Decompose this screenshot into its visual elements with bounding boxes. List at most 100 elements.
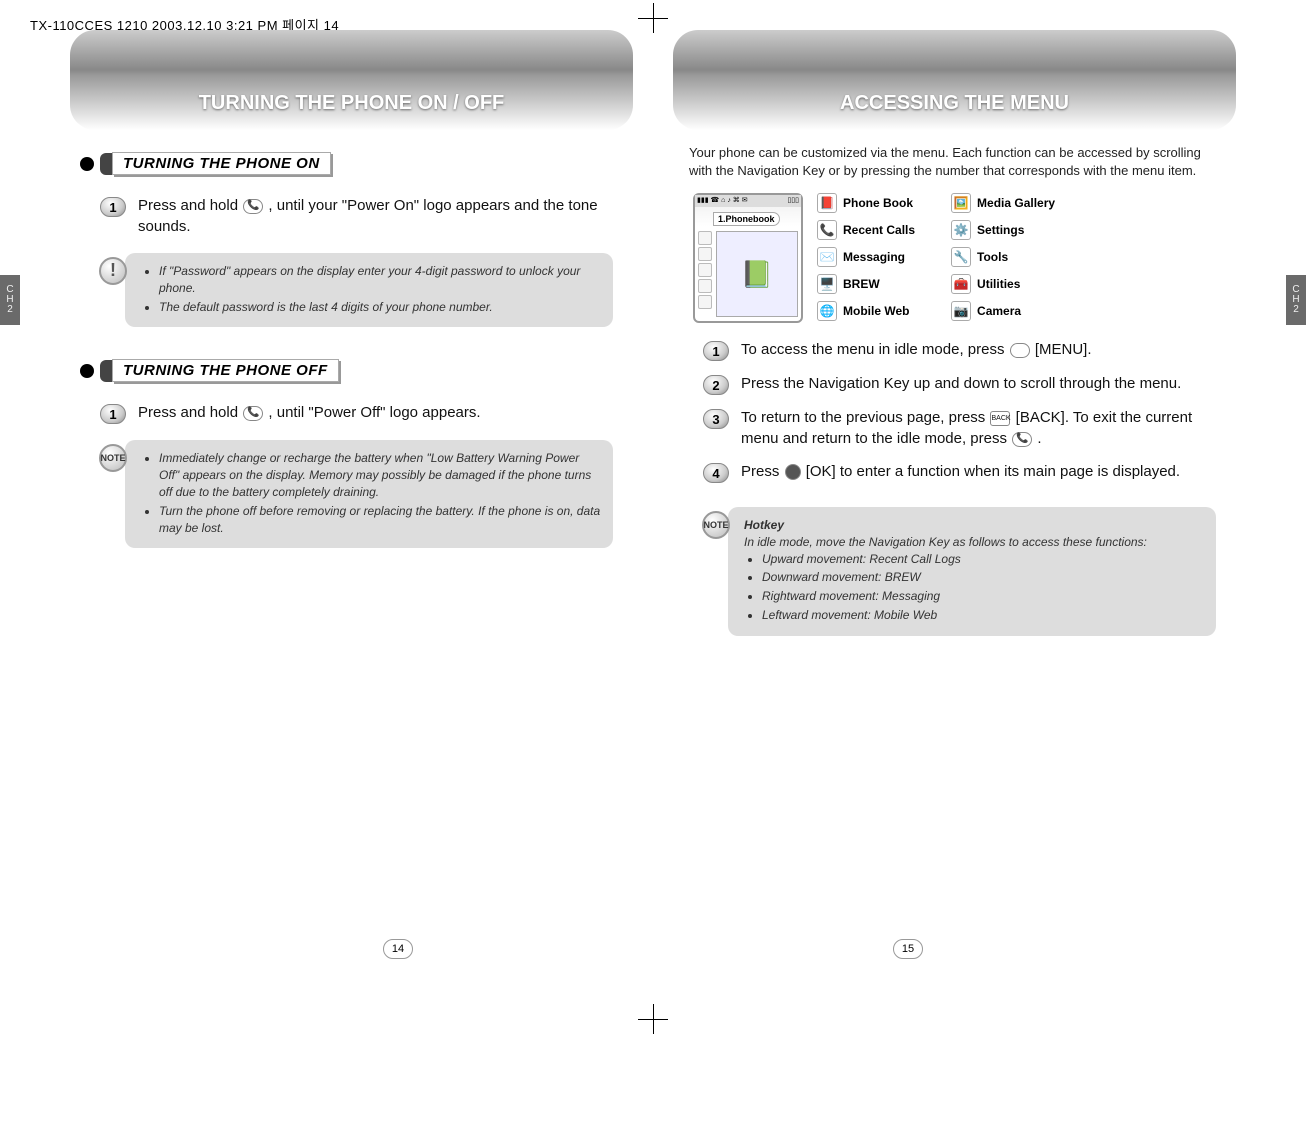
on-note-2: The default password is the last 4 digit… bbox=[159, 299, 601, 316]
step-number-1: 1 bbox=[100, 404, 126, 424]
left-page-title: TURNING THE PHONE ON / OFF bbox=[199, 92, 505, 115]
phone-screen-mockup: ▮▮▮ ☎ ⌂ ♪ ⌘ ✉ ▯▯▯ 1.Phonebook 📗 bbox=[693, 193, 803, 323]
chapter-tab-right: C H 2 bbox=[1286, 275, 1306, 325]
power-key-icon bbox=[243, 199, 263, 214]
phone-screen-body: 📗 bbox=[695, 228, 801, 320]
brew-icon: 🖥️ bbox=[817, 274, 837, 294]
section-heading-off: TURNING THE PHONE OFF bbox=[70, 359, 633, 382]
section-on-title: TURNING THE PHONE ON bbox=[112, 152, 331, 175]
menu-display: ▮▮▮ ☎ ⌂ ♪ ⌘ ✉ ▯▯▯ 1.Phonebook 📗 📕 Phone B… bbox=[673, 187, 1236, 333]
menu-col-1: 📕 Phone Book 📞 Recent Calls ✉️ Messaging 🖥️… bbox=[817, 193, 915, 321]
phonebook-icon: 📕 bbox=[817, 193, 837, 213]
alert-icon bbox=[99, 257, 127, 285]
menu-label: Messaging bbox=[843, 250, 905, 264]
chapter-n: 2 bbox=[4, 305, 16, 315]
on-note-list: If "Password" appears on the display ent… bbox=[141, 263, 601, 315]
ok-key-icon bbox=[785, 464, 801, 480]
menu-label: Tools bbox=[977, 250, 1008, 264]
utilities-icon: 🧰 bbox=[951, 274, 971, 294]
crop-mark-bottom bbox=[638, 1004, 668, 1034]
step4-b: [OK] to enter a function when its main p… bbox=[806, 463, 1180, 480]
off-note-1: Immediately change or recharge the batte… bbox=[159, 450, 601, 500]
step3-c: . bbox=[1037, 430, 1041, 447]
section-bullet bbox=[80, 157, 94, 171]
menu-step-3: 3 To return to the previous page, press … bbox=[673, 401, 1236, 455]
note-icon: NOTE bbox=[702, 511, 730, 539]
menu-step-4-text: Press [OK] to enter a function when its … bbox=[741, 461, 1180, 482]
menu-step-4: 4 Press [OK] to enter a function when it… bbox=[673, 455, 1236, 489]
recentcalls-icon: 📞 bbox=[817, 220, 837, 240]
menu-item-camera: 📷 Camera bbox=[951, 301, 1055, 321]
section-bar bbox=[100, 153, 112, 175]
step-number-4: 4 bbox=[703, 463, 729, 483]
hotkey-4: Leftward movement: Mobile Web bbox=[762, 607, 1204, 624]
mobileweb-icon: 🌐 bbox=[817, 301, 837, 321]
status-icons-right: ▯▯▯ bbox=[787, 196, 799, 206]
page-number-left: 14 bbox=[383, 939, 413, 959]
menu-step-1-text: To access the menu in idle mode, press [… bbox=[741, 339, 1091, 360]
menu-intro-text: Your phone can be customized via the men… bbox=[673, 130, 1236, 187]
left-page-header: TURNING THE PHONE ON / OFF bbox=[70, 30, 633, 130]
messaging-icon: ✉️ bbox=[817, 247, 837, 267]
menu-label: Camera bbox=[977, 304, 1021, 318]
menu-label: Utilities bbox=[977, 277, 1020, 291]
section-bullet bbox=[80, 364, 94, 378]
menu-step-1: 1 To access the menu in idle mode, press… bbox=[673, 333, 1236, 367]
right-page: C H 2 ACCESSING THE MENU Your phone can … bbox=[673, 25, 1236, 652]
hotkey-1: Upward movement: Recent Call Logs bbox=[762, 551, 1204, 568]
left-page: C H 2 TURNING THE PHONE ON / OFF TURNING… bbox=[70, 25, 633, 652]
menu-step-2-text: Press the Navigation Key up and down to … bbox=[741, 373, 1181, 394]
menu-col-2: 🖼️ Media Gallery ⚙️ Settings 🔧 Tools 🧰 Utili… bbox=[951, 193, 1055, 321]
menu-step-3-text: To return to the previous page, press BA… bbox=[741, 407, 1224, 449]
phone-screen-sidebar bbox=[698, 231, 712, 317]
off-step1-a: Press and hold bbox=[138, 404, 242, 421]
softkey-icon bbox=[1010, 343, 1030, 358]
menu-item-mediagallery: 🖼️ Media Gallery bbox=[951, 193, 1055, 213]
off-note-list: Immediately change or recharge the batte… bbox=[141, 450, 601, 536]
camera-icon: 📷 bbox=[951, 301, 971, 321]
off-step-1: 1 Press and hold , until "Power Off" log… bbox=[70, 396, 633, 430]
end-key-icon bbox=[1012, 432, 1032, 447]
on-note-box: If "Password" appears on the display ent… bbox=[125, 253, 613, 327]
off-step1-b: , until "Power Off" logo appears. bbox=[268, 404, 480, 421]
menu-label: Settings bbox=[977, 223, 1024, 237]
power-key-icon bbox=[243, 406, 263, 421]
menu-item-recentcalls: 📞 Recent Calls bbox=[817, 220, 915, 240]
menu-item-mobileweb: 🌐 Mobile Web bbox=[817, 301, 915, 321]
step4-a: Press bbox=[741, 463, 784, 480]
step1-b: [MENU]. bbox=[1035, 341, 1092, 358]
section-off-title: TURNING THE PHONE OFF bbox=[112, 359, 339, 382]
off-note-box: NOTE Immediately change or recharge the … bbox=[125, 440, 613, 548]
menu-label: Media Gallery bbox=[977, 196, 1055, 210]
step-number-1: 1 bbox=[703, 341, 729, 361]
on-note-1: If "Password" appears on the display ent… bbox=[159, 263, 601, 297]
menu-columns: 📕 Phone Book 📞 Recent Calls ✉️ Messaging 🖥️… bbox=[817, 193, 1055, 321]
menu-item-brew: 🖥️BREW bbox=[817, 274, 915, 294]
menu-item-phonebook: 📕 Phone Book bbox=[817, 193, 915, 213]
hotkey-2: Downward movement: BREW bbox=[762, 569, 1204, 586]
on-step-1: 1 Press and hold , until your "Power On"… bbox=[70, 189, 633, 243]
hotkey-list: Upward movement: Recent Call Logs Downwa… bbox=[744, 551, 1204, 624]
phone-screen-main-icon: 📗 bbox=[716, 231, 798, 317]
menu-step-2: 2 Press the Navigation Key up and down t… bbox=[673, 367, 1236, 401]
mediagallery-icon: 🖼️ bbox=[951, 193, 971, 213]
settings-icon: ⚙️ bbox=[951, 220, 971, 240]
step-number-1: 1 bbox=[100, 197, 126, 217]
status-icons-left: ▮▮▮ ☎ ⌂ ♪ ⌘ ✉ bbox=[697, 196, 748, 206]
page-number-right: 15 bbox=[893, 939, 923, 959]
chapter-tab-left: C H 2 bbox=[0, 275, 20, 325]
section-heading-on: TURNING THE PHONE ON bbox=[70, 152, 633, 175]
menu-label: Recent Calls bbox=[843, 223, 915, 237]
pages-container: C H 2 TURNING THE PHONE ON / OFF TURNING… bbox=[0, 0, 1306, 652]
right-page-title: ACCESSING THE MENU bbox=[840, 92, 1069, 115]
menu-label: Mobile Web bbox=[843, 304, 909, 318]
tools-icon: 🔧 bbox=[951, 247, 971, 267]
on-step-1-text: Press and hold , until your "Power On" l… bbox=[138, 195, 621, 237]
hotkey-3: Rightward movement: Messaging bbox=[762, 588, 1204, 605]
off-note-2: Turn the phone off before removing or re… bbox=[159, 503, 601, 537]
menu-label: Phone Book bbox=[843, 196, 913, 210]
page-numbers: 14 15 bbox=[0, 939, 1306, 959]
off-step-1-text: Press and hold , until "Power Off" logo … bbox=[138, 402, 481, 423]
step-number-2: 2 bbox=[703, 375, 729, 395]
phone-status-bar: ▮▮▮ ☎ ⌂ ♪ ⌘ ✉ ▯▯▯ bbox=[695, 195, 801, 207]
